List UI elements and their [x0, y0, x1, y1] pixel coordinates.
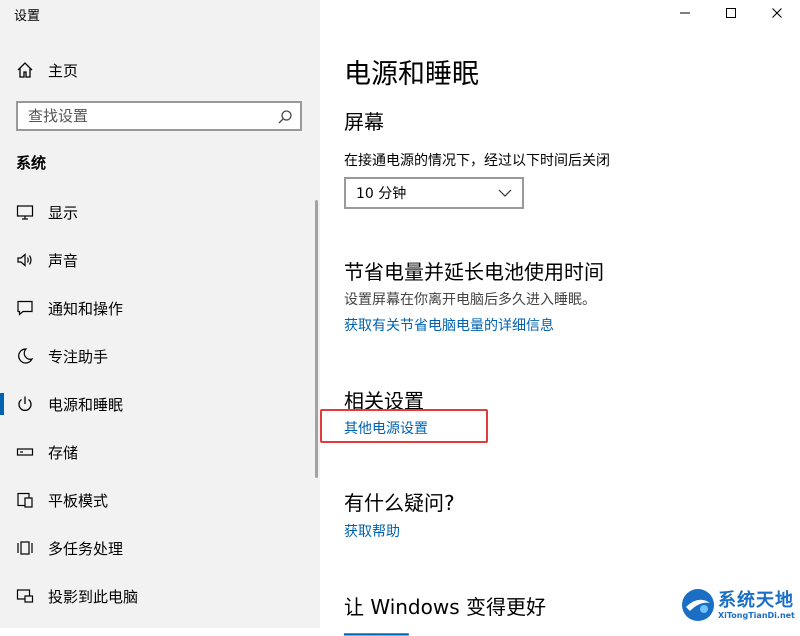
window-title: 设置 — [14, 9, 41, 24]
feedback-link-partial[interactable]: ▁▁▁▁▁▁ — [344, 620, 409, 636]
watermark-text: 系统天地 — [718, 590, 794, 611]
sidebar-item-storage[interactable]: 存储 — [0, 428, 316, 476]
sidebar-item-power-sleep[interactable]: 电源和睡眠 — [0, 380, 316, 428]
sidebar-item-multitasking[interactable]: 多任务处理 — [0, 524, 316, 572]
watermark-subtext: XiTongTianDi.net — [718, 611, 795, 620]
close-icon — [772, 8, 782, 18]
sidebar-item-label: 存储 — [48, 443, 79, 462]
storage-icon — [16, 443, 34, 461]
screen-heading: 屏幕 — [344, 110, 384, 134]
improve-windows-heading: 让 Windows 变得更好 — [344, 595, 546, 619]
sidebar-item-label: 专注助手 — [48, 347, 109, 366]
sidebar-scrollbar[interactable] — [315, 200, 318, 478]
dropdown-value: 10 分钟 — [356, 186, 407, 202]
sidebar-item-label: 通知和操作 — [48, 299, 124, 318]
power-icon — [16, 395, 34, 413]
screen-timeout-dropdown[interactable]: 10 分钟 — [344, 177, 524, 209]
sidebar-item-label: 平板模式 — [48, 491, 109, 510]
minimize-icon — [680, 12, 690, 14]
section-label-system: 系统 — [16, 154, 47, 172]
notification-icon — [16, 299, 34, 317]
highlight-box — [320, 409, 488, 443]
tablet-mode-icon — [16, 491, 34, 509]
monitor-icon — [16, 203, 34, 221]
maximize-button[interactable] — [708, 0, 754, 26]
battery-info-link[interactable]: 获取有关节省电脑电量的详细信息 — [344, 315, 554, 335]
sidebar-home-label: 主页 — [48, 61, 79, 80]
multitask-icon — [16, 539, 34, 557]
question-heading: 有什么疑问? — [344, 491, 455, 515]
sidebar-item-label: 声音 — [48, 251, 79, 270]
home-icon — [17, 62, 33, 78]
sidebar-home[interactable]: 主页 — [16, 58, 78, 82]
battery-description: 设置屏幕在你离开电脑后多久进入睡眠。 — [344, 292, 596, 308]
sidebar-item-label: 投影到此电脑 — [48, 587, 139, 606]
screen-timeout-label: 在接通电源的情况下，经过以下时间后关闭 — [344, 153, 610, 169]
sidebar-nav: 显示 声音 通知和操作 专注助手 电源和睡眠 存储 平板模式 多任务处理 投影到… — [0, 188, 316, 620]
sidebar-item-label: 多任务处理 — [48, 539, 124, 558]
sidebar-item-label: 电源和睡眠 — [48, 395, 124, 414]
get-help-link[interactable]: 获取帮助 — [344, 521, 400, 541]
sidebar-item-sound[interactable]: 声音 — [0, 236, 316, 284]
minimize-button[interactable] — [662, 0, 708, 26]
maximize-icon — [726, 8, 736, 18]
chevron-down-icon — [498, 189, 512, 197]
speaker-icon — [16, 251, 34, 269]
sidebar-item-display[interactable]: 显示 — [0, 188, 316, 236]
close-button[interactable] — [754, 0, 800, 26]
sidebar: 设置 主页 系统 显示 声音 通知 — [0, 0, 320, 628]
watermark-logo-icon — [682, 589, 714, 621]
watermark: 系统天地 XiTongTianDi.net — [678, 584, 800, 628]
search-icon[interactable] — [277, 109, 293, 125]
search-box[interactable] — [16, 101, 302, 131]
search-input[interactable] — [18, 103, 300, 129]
moon-icon — [16, 347, 34, 365]
sidebar-item-project-to-pc[interactable]: 投影到此电脑 — [0, 572, 316, 620]
battery-heading: 节省电量并延长电池使用时间 — [344, 260, 604, 284]
page-title: 电源和睡眠 — [344, 59, 479, 90]
sidebar-item-focus-assist[interactable]: 专注助手 — [0, 332, 316, 380]
sidebar-item-label: 显示 — [48, 203, 79, 222]
sidebar-item-tablet-mode[interactable]: 平板模式 — [0, 476, 316, 524]
sidebar-item-notifications[interactable]: 通知和操作 — [0, 284, 316, 332]
project-icon — [16, 587, 34, 605]
window-controls — [662, 0, 800, 26]
